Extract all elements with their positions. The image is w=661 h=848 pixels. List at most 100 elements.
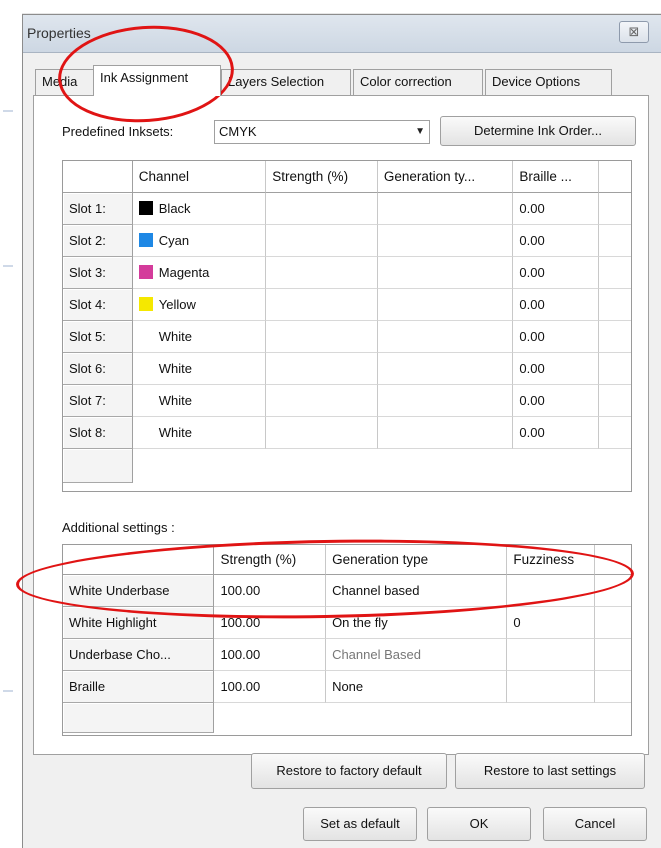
braille-cell[interactable]: 0.00 <box>513 225 600 257</box>
strength-cell[interactable]: 100.00 <box>214 639 327 671</box>
braille-cell[interactable]: 0.00 <box>513 257 600 289</box>
channel-cell[interactable]: Yellow <box>132 289 267 321</box>
row-header-slot[interactable]: Slot 2: <box>63 225 133 257</box>
generation-type-cell[interactable]: On the fly <box>326 607 508 639</box>
restore-factory-default-button[interactable]: Restore to factory default <box>251 753 447 789</box>
set-as-default-button[interactable]: Set as default <box>303 807 417 841</box>
channel-cell[interactable]: White <box>132 417 267 449</box>
row-header-empty <box>63 703 215 733</box>
tab-color-correction[interactable]: Color correction <box>353 69 483 95</box>
ink-color-swatch-icon <box>138 265 153 279</box>
braille-cell[interactable]: 0.00 <box>513 385 600 417</box>
empty-row-cell <box>214 703 631 733</box>
row-header-slot[interactable]: Slot 7: <box>63 385 133 417</box>
tab-device-options[interactable]: Device Options <box>485 69 612 95</box>
row-header-setting[interactable]: White Underbase <box>63 575 215 607</box>
ok-button[interactable]: OK <box>427 807 531 841</box>
row-header-slot[interactable]: Slot 5: <box>63 321 133 353</box>
corner-cell <box>63 161 133 193</box>
generation-cell[interactable] <box>377 289 514 321</box>
column-header-strength[interactable]: Strength (%) <box>214 545 327 575</box>
column-header-channel[interactable]: Channel <box>132 161 267 193</box>
braille-cell[interactable]: 0.00 <box>513 289 600 321</box>
strength-cell[interactable] <box>266 321 378 353</box>
tab-media[interactable]: Media <box>35 69 95 95</box>
generation-cell[interactable] <box>377 385 514 417</box>
channel-cell[interactable]: White <box>132 385 267 417</box>
table-row[interactable]: White Underbase 100.00 Channel based <box>63 575 631 607</box>
generation-cell[interactable] <box>377 417 514 449</box>
table-row[interactable]: White Highlight 100.00 On the fly 0 <box>63 607 631 639</box>
filler-cell <box>599 353 631 385</box>
braille-cell[interactable]: 0.00 <box>513 353 600 385</box>
fuzziness-cell[interactable] <box>507 575 596 607</box>
table-row[interactable]: Underbase Cho... 100.00 Channel Based <box>63 639 631 671</box>
row-header-setting[interactable]: White Highlight <box>63 607 215 639</box>
table-row[interactable]: Braille 100.00 None <box>63 671 631 703</box>
strength-cell[interactable] <box>266 289 378 321</box>
strength-cell[interactable] <box>266 417 378 449</box>
column-header-fuzziness[interactable]: Fuzziness <box>507 545 596 575</box>
filler-cell <box>599 193 631 225</box>
generation-cell[interactable] <box>377 353 514 385</box>
channel-cell[interactable]: Cyan <box>132 225 267 257</box>
generation-cell[interactable] <box>377 225 514 257</box>
fuzziness-cell[interactable]: 0 <box>507 607 596 639</box>
background-window-top <box>0 0 661 14</box>
generation-type-cell[interactable]: None <box>326 671 508 703</box>
channel-cell[interactable]: Black <box>132 193 267 225</box>
strength-cell[interactable]: 100.00 <box>214 607 327 639</box>
ink-color-swatch-icon <box>139 425 153 439</box>
channel-grid-header: Channel Strength (%) Generation ty... Br… <box>63 161 631 193</box>
column-header-generation[interactable]: Generation ty... <box>377 161 514 193</box>
generation-cell[interactable] <box>377 193 514 225</box>
tab-ink-assignment[interactable]: Ink Assignment <box>93 65 221 96</box>
column-header-braille[interactable]: Braille ... <box>513 161 600 193</box>
channel-name: White <box>158 329 192 344</box>
column-header-strength[interactable]: Strength (%) <box>266 161 378 193</box>
cancel-button[interactable]: Cancel <box>543 807 647 841</box>
generation-type-cell[interactable]: Channel Based <box>326 639 508 671</box>
filler-cell <box>595 575 631 607</box>
table-row[interactable]: Slot 1: Black 0.00 <box>63 193 631 225</box>
braille-cell[interactable]: 0.00 <box>513 193 600 225</box>
table-row[interactable]: Slot 3: Magenta 0.00 <box>63 257 631 289</box>
channel-cell[interactable]: White <box>132 353 267 385</box>
row-header-slot[interactable]: Slot 4: <box>63 289 133 321</box>
strength-cell[interactable] <box>266 353 378 385</box>
channel-cell[interactable]: Magenta <box>132 257 267 289</box>
row-header-slot[interactable]: Slot 3: <box>63 257 133 289</box>
table-row[interactable]: Slot 4: Yellow 0.00 <box>63 289 631 321</box>
row-header-slot[interactable]: Slot 6: <box>63 353 133 385</box>
determine-ink-order-button[interactable]: Determine Ink Order... <box>440 116 636 146</box>
column-header-generation-type[interactable]: Generation type <box>326 545 508 575</box>
generation-cell[interactable] <box>377 321 514 353</box>
table-row[interactable]: Slot 8: White 0.00 <box>63 417 631 449</box>
strength-cell[interactable] <box>266 385 378 417</box>
table-row[interactable]: Slot 6: White 0.00 <box>63 353 631 385</box>
table-row[interactable]: Slot 5: White 0.00 <box>63 321 631 353</box>
strength-cell[interactable] <box>266 193 378 225</box>
strength-cell[interactable]: 100.00 <box>214 671 327 703</box>
tab-layers-selection[interactable]: Layers Selection <box>221 69 351 95</box>
strength-cell[interactable]: 100.00 <box>214 575 327 607</box>
close-button[interactable]: ⊠ <box>619 21 649 43</box>
restore-last-settings-button[interactable]: Restore to last settings <box>455 753 645 789</box>
fuzziness-cell[interactable] <box>507 671 596 703</box>
strength-cell[interactable] <box>266 257 378 289</box>
braille-cell[interactable]: 0.00 <box>513 417 600 449</box>
table-row[interactable]: Slot 2: Cyan 0.00 <box>63 225 631 257</box>
table-row-empty <box>63 449 631 483</box>
braille-cell[interactable]: 0.00 <box>513 321 600 353</box>
row-header-slot[interactable]: Slot 1: <box>63 193 133 225</box>
generation-cell[interactable] <box>377 257 514 289</box>
row-header-setting[interactable]: Braille <box>63 671 215 703</box>
row-header-setting[interactable]: Underbase Cho... <box>63 639 215 671</box>
generation-type-cell[interactable]: Channel based <box>326 575 508 607</box>
strength-cell[interactable] <box>266 225 378 257</box>
row-header-slot[interactable]: Slot 8: <box>63 417 133 449</box>
table-row[interactable]: Slot 7: White 0.00 <box>63 385 631 417</box>
fuzziness-cell[interactable] <box>507 639 596 671</box>
predefined-inksets-select[interactable]: CMYK ▼ <box>214 120 430 144</box>
channel-cell[interactable]: White <box>132 321 267 353</box>
